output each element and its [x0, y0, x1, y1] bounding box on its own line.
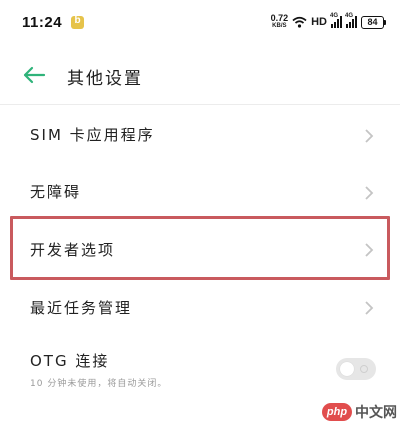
- status-time: 11:24: [22, 13, 63, 31]
- menu-item-label: 开发者选项: [30, 241, 116, 259]
- notification-icon: b: [71, 14, 85, 29]
- signal-icon-2: 4G: [345, 13, 357, 28]
- network-speed-value: 0.72: [270, 13, 289, 23]
- menu-item-developer-options[interactable]: 开发者选项: [0, 220, 400, 276]
- status-indicators: 0.72 KB/S HD 4G 4G 84: [271, 13, 386, 30]
- chevron-right-icon: [365, 129, 374, 143]
- network-speed-unit: KB/S: [272, 23, 287, 29]
- battery-icon: 84: [361, 15, 386, 29]
- menu-item-sim-apps[interactable]: SIM 卡应用程序: [0, 108, 400, 164]
- signal-1-network-label: 4G: [330, 13, 339, 19]
- menu-item-accessibility[interactable]: 无障碍: [0, 165, 400, 221]
- menu-item-recent-tasks[interactable]: 最近任务管理: [0, 280, 400, 336]
- menu-item-label: 最近任务管理: [30, 299, 133, 317]
- menu-item-subtitle: 10 分钟未使用，将自动关闭。: [30, 379, 168, 389]
- toggle-off-indicator: [360, 365, 368, 373]
- otg-toggle[interactable]: [336, 358, 376, 380]
- page-header: 其他设置: [0, 52, 400, 98]
- battery-level: 84: [361, 15, 384, 29]
- signal-2-network-label: 4G: [345, 13, 354, 19]
- chevron-right-icon: [365, 243, 374, 257]
- menu-item-label: OTG 连接: [30, 352, 110, 370]
- watermark: php 中文网: [322, 402, 397, 422]
- header-divider: [0, 104, 400, 105]
- watermark-text: 中文网: [355, 405, 397, 421]
- hd-voice-label: HD: [311, 16, 327, 28]
- menu-item-label: SIM 卡应用程序: [30, 126, 155, 144]
- status-bar: 11:24 b 0.72 KB/S HD 4G 4G 84: [0, 0, 400, 44]
- chevron-right-icon: [365, 301, 374, 315]
- signal-icon-1: 4G: [330, 13, 342, 28]
- wifi-icon: [292, 16, 307, 28]
- chevron-right-icon: [365, 186, 374, 200]
- menu-item-label: 无障碍: [30, 183, 82, 201]
- arrow-left-icon: [23, 66, 46, 84]
- page-title: 其他设置: [67, 69, 143, 89]
- back-button[interactable]: [22, 65, 46, 85]
- watermark-logo: php: [322, 403, 352, 421]
- toggle-knob: [340, 362, 354, 376]
- network-speed: 0.72 KB/S: [271, 14, 289, 30]
- notification-badge-text: b: [74, 14, 81, 26]
